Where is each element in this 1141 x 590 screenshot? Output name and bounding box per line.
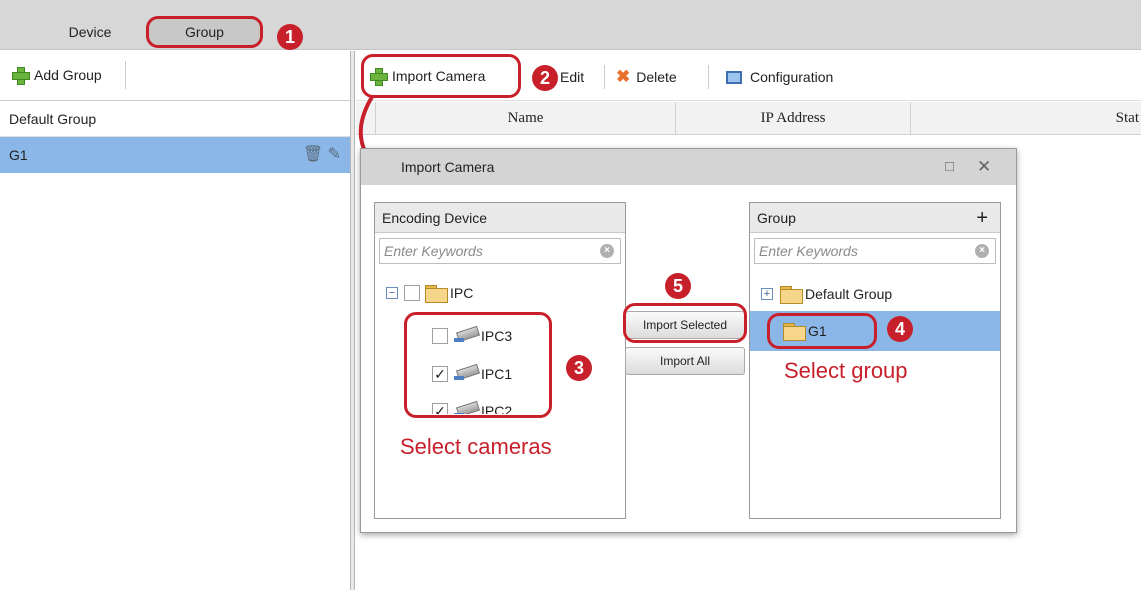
column-header-name[interactable]: Name	[376, 102, 676, 135]
clear-search-icon[interactable]: ×	[600, 244, 614, 258]
plus-icon	[370, 68, 388, 86]
tab-group[interactable]: Group	[146, 16, 263, 48]
toolbar-divider	[604, 65, 605, 89]
close-icon[interactable]: ✕	[977, 149, 991, 185]
encoding-device-search: ×	[379, 238, 621, 264]
dialog-title: Import Camera	[401, 159, 495, 175]
import-camera-button[interactable]: Import Camera	[361, 54, 521, 98]
dialog-title-bar: Import Camera □ ✕	[361, 149, 1016, 185]
group-item-label: G1	[9, 147, 28, 163]
folder-icon	[424, 284, 448, 303]
left-toolbar: Add Group	[0, 51, 351, 101]
plus-icon	[12, 67, 30, 85]
delete-label: Delete	[636, 69, 677, 85]
pencil-icon[interactable]: ✎	[328, 146, 341, 163]
clear-search-icon[interactable]: ×	[975, 244, 989, 258]
tree-node-label: Default Group	[805, 286, 893, 302]
callout-ring-g1	[767, 313, 877, 349]
tree-node-ipc[interactable]: − IPC	[386, 282, 473, 304]
add-group-button[interactable]: Add Group	[6, 61, 126, 89]
group-item-label: Default Group	[9, 111, 97, 127]
group-pane-header: Group +	[750, 203, 1000, 233]
group-item-g1[interactable]: G1 🗑 ✎	[0, 137, 351, 173]
toolbar-divider	[708, 65, 709, 89]
callout-ring-cameras	[404, 312, 552, 418]
tree-node-label: IPC	[450, 285, 474, 301]
import-all-button[interactable]: Import All	[625, 347, 745, 375]
collapse-icon[interactable]: −	[386, 287, 398, 299]
tab-device[interactable]: Device	[45, 16, 135, 48]
callout-badge-4: 4	[887, 316, 913, 342]
checkbox-ipc[interactable]	[404, 285, 420, 301]
delete-button[interactable]: ✖ Delete	[616, 65, 677, 89]
configuration-button[interactable]: Configuration	[726, 65, 833, 89]
maximize-icon[interactable]: □	[945, 149, 954, 185]
encoding-device-header: Encoding Device	[375, 203, 625, 233]
edit-label: Edit	[560, 69, 585, 85]
group-tree-default[interactable]: + Default Group	[761, 283, 892, 305]
group-search: ×	[754, 238, 996, 264]
configuration-label: Configuration	[750, 69, 834, 85]
folder-icon	[779, 285, 803, 304]
add-group-label: Add Group	[34, 67, 102, 83]
expand-icon[interactable]: +	[761, 288, 773, 300]
main-toolbar: Import Camera Edit ✖ Delete Configuratio…	[356, 51, 1141, 101]
column-header-ip-address[interactable]: IP Address	[676, 102, 911, 135]
annotation-select-group: Select group	[784, 358, 908, 383]
callout-badge-1: 1	[277, 24, 303, 50]
group-pane-title: Group	[757, 210, 796, 226]
edit-button[interactable]: Edit	[560, 65, 584, 89]
delete-x-icon: ✖	[616, 67, 631, 86]
camera-table-header: Name IP Address Stat	[356, 102, 1141, 135]
group-search-input[interactable]	[755, 239, 995, 263]
callout-ring-import-selected	[623, 303, 747, 343]
annotation-select-cameras: Select cameras	[400, 434, 552, 459]
group-list-panel: Add Group Default Group G1 🗑 ✎	[0, 51, 352, 590]
monitor-icon	[726, 70, 742, 84]
callout-badge-3: 3	[566, 355, 592, 381]
trash-icon[interactable]: 🗑	[303, 146, 323, 163]
import-camera-label: Import Camera	[392, 68, 486, 84]
callout-badge-2: 2	[532, 65, 558, 91]
column-header-status[interactable]: Stat	[911, 102, 1141, 135]
group-item-default[interactable]: Default Group	[0, 101, 351, 137]
encoding-device-search-input[interactable]	[380, 239, 620, 263]
callout-badge-5: 5	[665, 273, 691, 299]
add-icon[interactable]: +	[976, 203, 988, 233]
top-tab-bar: Device Group	[0, 0, 1141, 50]
